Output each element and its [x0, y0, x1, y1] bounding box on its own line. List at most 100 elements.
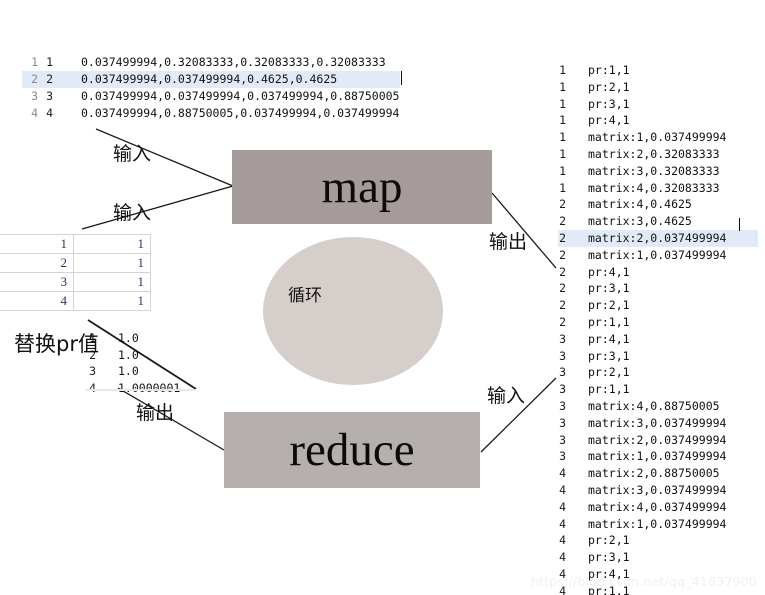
line-number: 2	[31, 72, 38, 86]
code-line[interactable]: 1 pr:3,1	[558, 96, 758, 113]
record-key: 4	[559, 466, 566, 481]
record-key: 2	[46, 72, 53, 86]
code-line[interactable]: 1 pr:2,1	[558, 79, 758, 96]
code-line[interactable]: 3 matrix:3,0.037499994	[558, 415, 758, 432]
record-key: 2	[559, 298, 566, 313]
code-line[interactable]: 2 matrix:3,0.4625	[558, 213, 758, 230]
record-value: 1.0	[118, 347, 139, 362]
record-value: 0.037499994,0.037499994,0.037499994,0.88…	[81, 89, 400, 103]
code-line[interactable]: 2 2 0.037499994,0.037499994,0.4625,0.4625	[22, 71, 400, 88]
code-line[interactable]: 4 pr:3,1	[558, 549, 758, 566]
code-line[interactable]: 1 pr:4,1	[558, 112, 758, 129]
record-value: matrix:2,0.037499994	[588, 230, 727, 245]
record-key: 2	[559, 197, 566, 212]
code-line[interactable]: 2 matrix:4,0.4625	[558, 196, 758, 213]
record-key: 3	[559, 382, 566, 397]
record-key: 1	[559, 130, 566, 145]
record-value: matrix:4,0.88750005	[588, 398, 720, 413]
table-row[interactable]: 11	[0, 234, 151, 254]
table-cell[interactable]: 1	[73, 272, 151, 292]
record-key: 2	[559, 247, 566, 262]
record-value: pr:1,1	[588, 314, 630, 329]
record-value: 0.037499994,0.32083333,0.32083333,0.3208…	[81, 55, 386, 69]
code-line[interactable]: 1 1 0.037499994,0.32083333,0.32083333,0.32…	[22, 54, 412, 71]
code-line[interactable]: 3 1.0	[88, 363, 180, 380]
record-value: matrix:1,0.037499994	[588, 247, 727, 262]
record-value: matrix:3,0.4625	[588, 214, 692, 229]
pr-listing-underline	[86, 389, 196, 391]
record-key: 2	[559, 314, 566, 329]
code-line[interactable]: 3 pr:1,1	[558, 381, 758, 398]
watermark: https://blog.csdn.net/qq_41837900	[530, 574, 757, 589]
code-line[interactable]: 3 matrix:1,0.037499994	[558, 448, 758, 465]
code-line[interactable]: 1 matrix:4,0.32083333	[558, 180, 758, 197]
code-line[interactable]: 2 pr:4,1	[558, 264, 758, 281]
record-value: pr:3,1	[588, 348, 630, 363]
code-line[interactable]: 4 1.0000001	[88, 380, 180, 397]
code-line[interactable]: 2 pr:3,1	[558, 280, 758, 297]
line-number: 1	[31, 55, 38, 69]
wire-input-bottom	[81, 185, 234, 230]
code-line[interactable]: 2 pr:2,1	[558, 297, 758, 314]
table-cell[interactable]: 1	[73, 234, 151, 254]
code-line[interactable]: 1 pr:1,1	[558, 62, 758, 79]
code-line[interactable]: 3 matrix:4,0.88750005	[558, 398, 758, 415]
code-line[interactable]: 2 pr:1,1	[558, 314, 758, 331]
record-key: 2	[559, 264, 566, 279]
code-line[interactable]: 1 matrix:1,0.037499994	[558, 129, 758, 146]
reduce-stage-box[interactable]: reduce	[224, 412, 480, 488]
annotation-output-reduce: 输出	[136, 402, 175, 424]
input-matrix-listing[interactable]: 1 1 0.037499994,0.32083333,0.32083333,0.32…	[22, 54, 412, 124]
record-value: pr:4,1	[588, 113, 630, 128]
pr-sheet-table[interactable]: 11213141	[0, 234, 151, 311]
code-line[interactable]: 4 matrix:3,0.037499994	[558, 482, 758, 499]
table-row[interactable]: 41	[0, 291, 151, 311]
code-line[interactable]: 3 pr:4,1	[558, 331, 758, 348]
record-value: pr:4,1	[588, 331, 630, 346]
code-line[interactable]: 2 1.0	[88, 347, 180, 364]
map-stage-label: map	[321, 161, 403, 213]
code-line[interactable]: 4 4 0.037499994,0.88750005,0.037499994,0.0…	[22, 105, 412, 122]
code-line[interactable]: 3 3 0.037499994,0.037499994,0.037499994,0.…	[22, 88, 412, 105]
record-value: pr:1,1	[588, 63, 630, 77]
code-line[interactable]: 3 pr:2,1	[558, 364, 758, 381]
record-key: 4	[559, 516, 566, 531]
code-line[interactable]: 4 matrix:4,0.037499994	[558, 499, 758, 516]
map-stage-box[interactable]: map	[232, 150, 492, 224]
record-value: pr:3,1	[588, 96, 630, 111]
table-cell[interactable]: 4	[0, 291, 74, 311]
code-line[interactable]: 2 matrix:1,0.037499994	[558, 247, 758, 264]
record-value: pr:1,1	[588, 382, 630, 397]
record-value: matrix:1,0.037499994	[588, 130, 727, 145]
code-line[interactable]: 2 matrix:2,0.037499994	[558, 229, 758, 247]
code-line[interactable]: 4 matrix:1,0.037499994	[558, 516, 758, 533]
table-cell[interactable]: 1	[0, 234, 74, 254]
annotation-replace-pr: 替换pr值	[14, 332, 99, 356]
record-key: 1	[46, 55, 53, 69]
code-line[interactable]: 4 pr:2,1	[558, 532, 758, 549]
code-line[interactable]: 1 1.0	[88, 330, 180, 347]
record-value: pr:2,1	[588, 298, 630, 313]
line-number: 3	[31, 89, 38, 103]
pr-result-listing[interactable]: 1 1.0 2 1.0 3 1.0 4 1.0000001	[88, 330, 180, 396]
record-key: 1	[559, 113, 566, 128]
map-output-listing[interactable]: 1 pr:1,1 1 pr:2,1 1 pr:3,1 1 pr:4,1 1 matrix:1,0.…	[558, 62, 758, 595]
table-row[interactable]: 21	[0, 253, 151, 273]
record-value: matrix:2,0.32083333	[588, 146, 720, 161]
code-line[interactable]: 3 pr:3,1	[558, 348, 758, 365]
table-cell[interactable]: 2	[0, 253, 74, 273]
table-row[interactable]: 31	[0, 272, 151, 292]
table-cell[interactable]: 3	[0, 272, 74, 292]
code-line[interactable]: 4 matrix:2,0.88750005	[558, 465, 758, 482]
record-key: 3	[559, 331, 566, 346]
code-line[interactable]: 3 matrix:2,0.037499994	[558, 432, 758, 449]
record-value: matrix:1,0.037499994	[588, 516, 727, 531]
annotation-input-reduce: 输入	[487, 385, 526, 407]
table-cell[interactable]: 1	[73, 291, 151, 311]
table-cell[interactable]: 1	[73, 253, 151, 273]
code-line[interactable]: 1 matrix:2,0.32083333	[558, 146, 758, 163]
record-key: 3	[559, 415, 566, 430]
record-value: matrix:1,0.037499994	[588, 449, 727, 464]
record-key: 1	[559, 180, 566, 195]
code-line[interactable]: 1 matrix:3,0.32083333	[558, 163, 758, 180]
